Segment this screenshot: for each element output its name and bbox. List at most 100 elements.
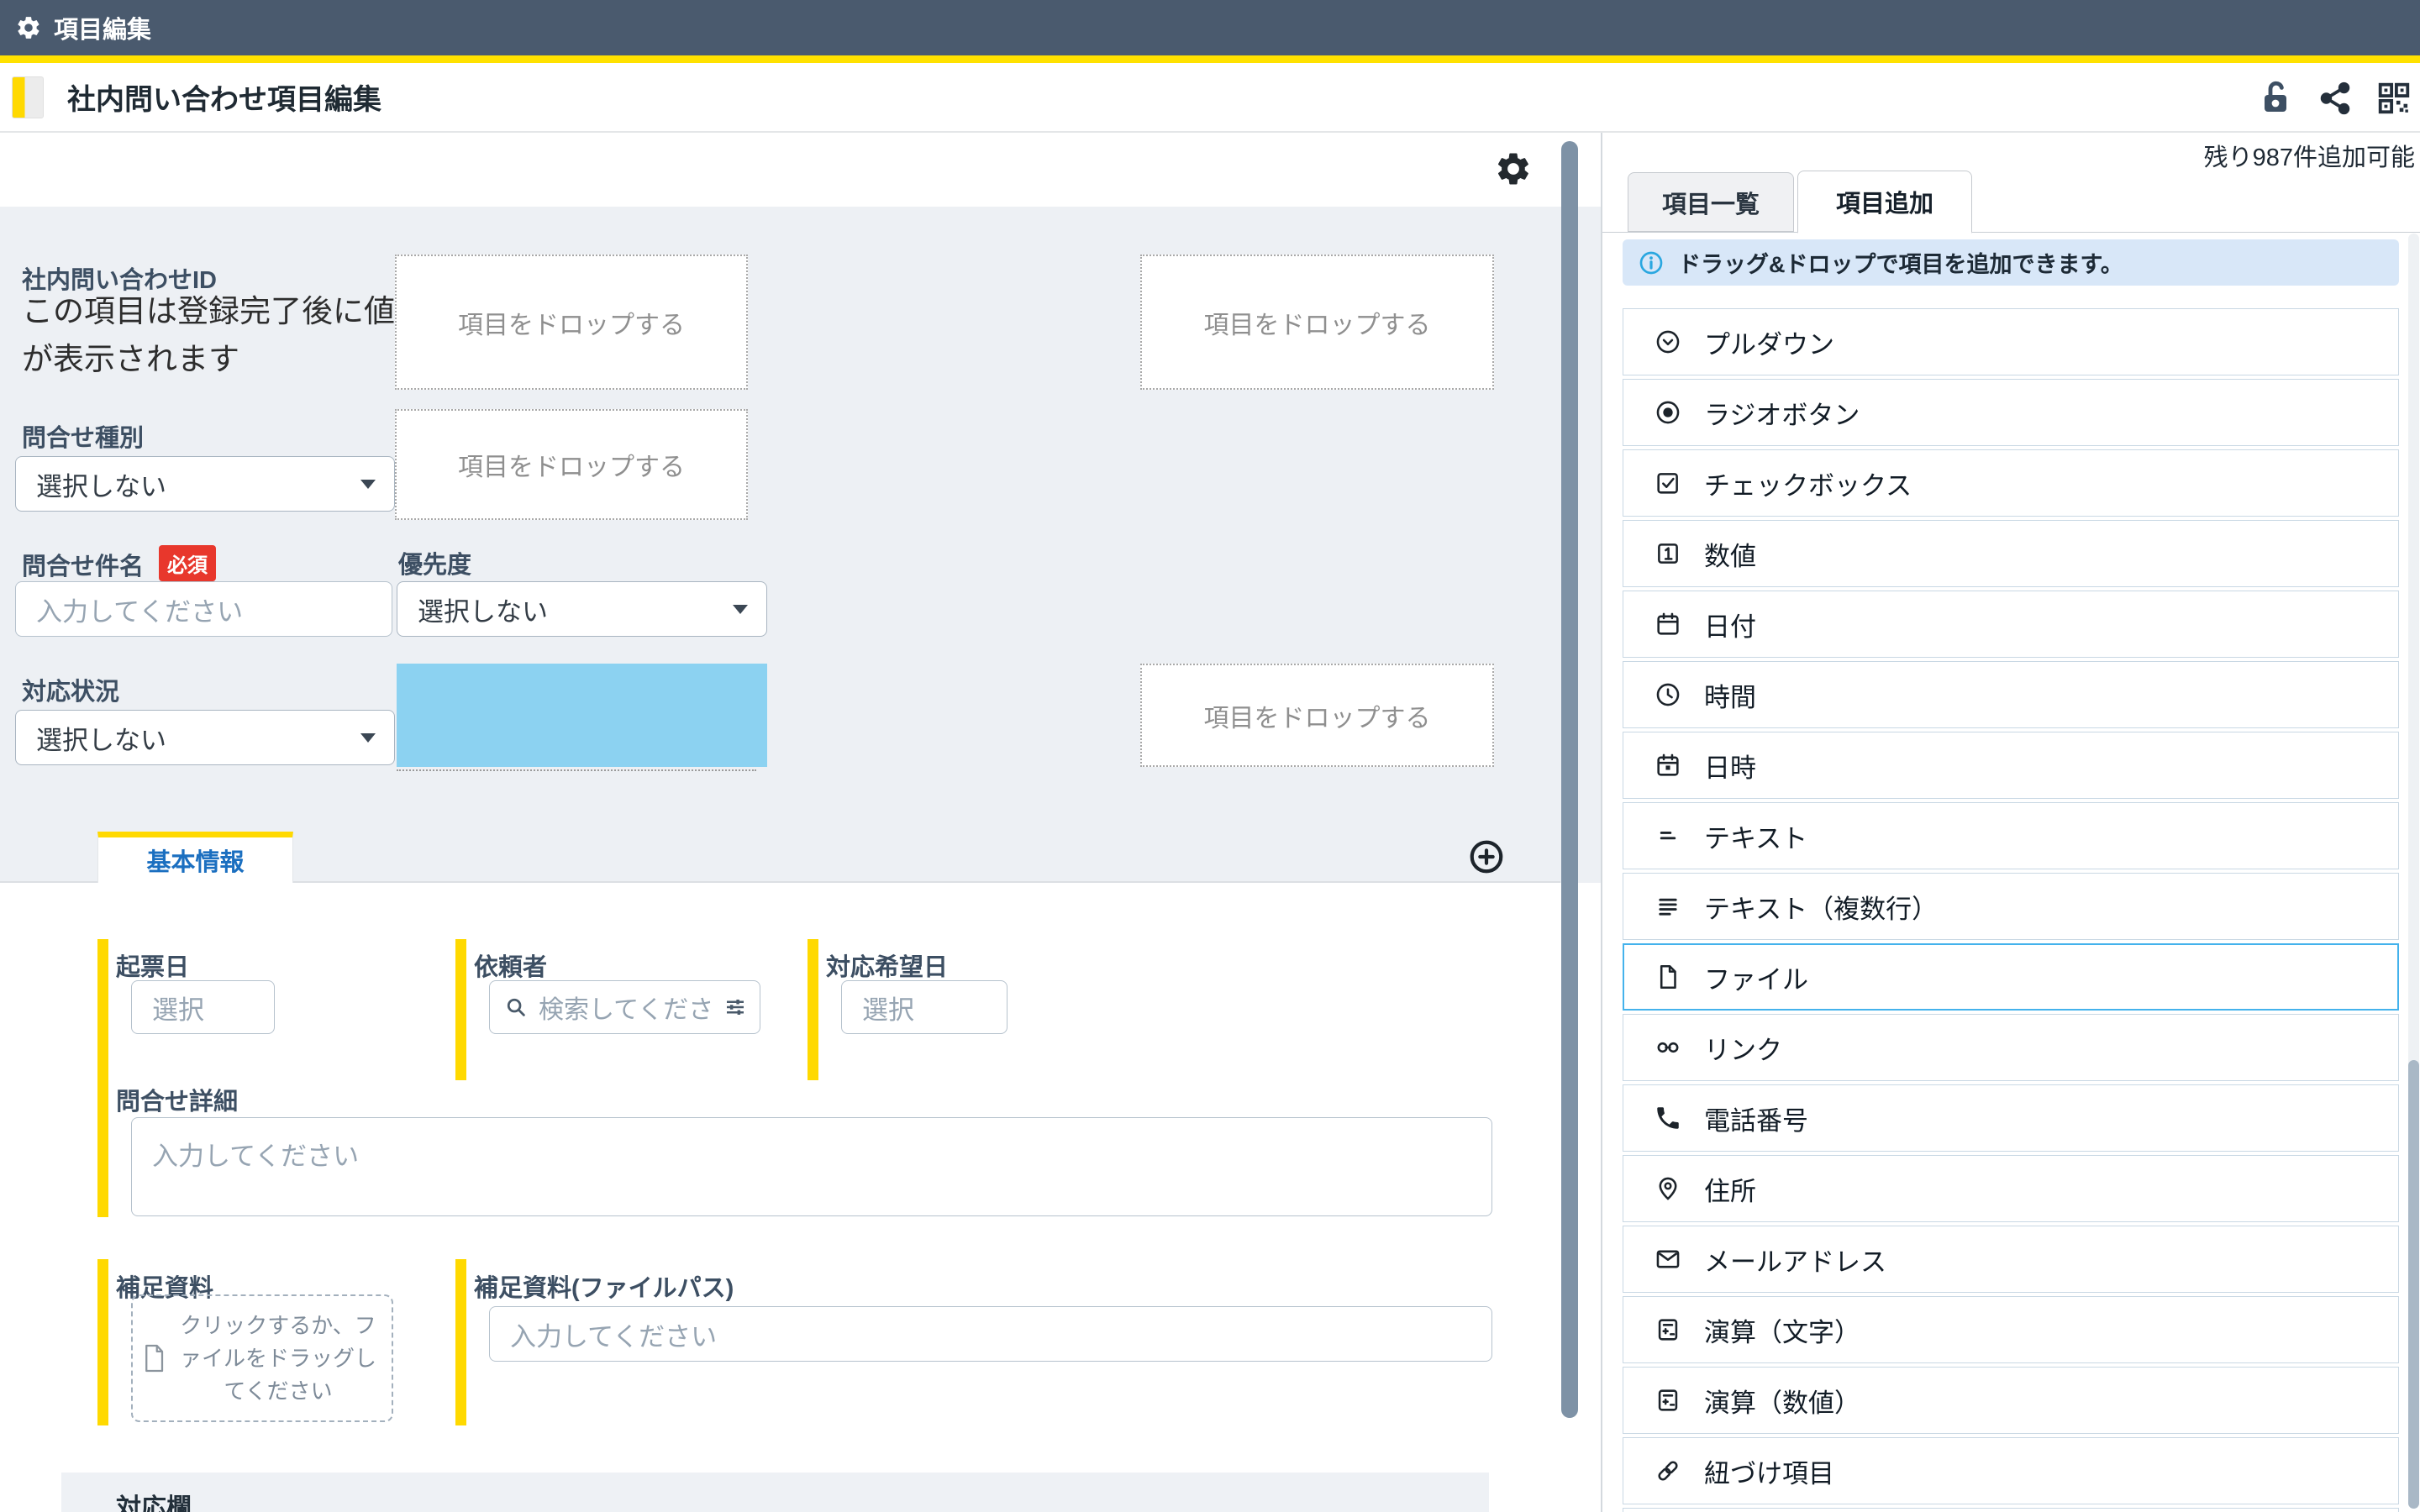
field-accent-bar — [455, 939, 466, 1080]
palette-item-pulldown[interactable]: プルダウン — [1623, 308, 2399, 375]
app-document-icon — [12, 76, 44, 118]
filter-sliders-icon[interactable] — [723, 995, 748, 1020]
drag-over-highlight[interactable] — [397, 664, 767, 767]
palette-item-date[interactable]: 日付 — [1623, 591, 2399, 658]
file-icon — [1654, 963, 1682, 991]
response-section: 対応欄 — [61, 1473, 1489, 1512]
drop-outline-remnant — [397, 769, 756, 771]
palette-item-file[interactable]: ファイル — [1623, 943, 2399, 1011]
accent-divider — [0, 55, 2420, 63]
add-tab-icon[interactable] — [1467, 837, 1506, 876]
field-label-requester: 依頼者 — [474, 948, 547, 983]
info-icon — [1638, 249, 1665, 276]
field-label-desired-date: 対応希望日 — [826, 948, 948, 983]
relation-link-icon — [1654, 1457, 1682, 1485]
tab-content: 起票日 選択 依頼者 検索してください 対応希望日 選択 — [0, 883, 1601, 1512]
file-icon — [141, 1343, 166, 1373]
field-accent-bar — [97, 939, 108, 1080]
palette-item-link[interactable]: リンク — [1623, 1014, 2399, 1081]
file-path-input[interactable]: 入力してください — [489, 1306, 1492, 1362]
field-accent-bar — [97, 1073, 108, 1217]
page-title: 社内問い合わせ項目編集 — [67, 76, 381, 118]
field-label-detail: 問合せ詳細 — [116, 1082, 238, 1117]
subject-input[interactable]: 入力してください — [15, 581, 392, 637]
drop-target[interactable]: 項目をドロップする — [395, 409, 748, 520]
number-icon — [1654, 539, 1682, 568]
topbar-title: 項目編集 — [54, 10, 151, 45]
palette-item-calc-number[interactable]: 演算（数値） — [1623, 1367, 2399, 1434]
field-accent-bar — [808, 939, 818, 1080]
mail-icon — [1654, 1245, 1682, 1273]
palette-item-mail[interactable]: メールアドレス — [1623, 1226, 2399, 1293]
id-field-description: この項目は登録完了後に値が表示されます — [22, 287, 408, 383]
palette-item-calc-text[interactable]: 演算（文字） — [1623, 1296, 2399, 1363]
form-settings-gear-icon[interactable] — [1494, 150, 1533, 188]
requester-search-input[interactable]: 検索してください — [489, 980, 760, 1034]
detail-textarea[interactable]: 入力してください — [131, 1117, 1492, 1216]
palette-item-address[interactable]: 住所 — [1623, 1155, 2399, 1222]
desired-date-input[interactable]: 選択 — [841, 980, 1007, 1034]
form-area: 社内問い合わせID この項目は登録完了後に値が表示されます 項目をドロップする … — [0, 207, 1601, 1512]
field-palette-sidebar: 残り987件追加可能 項目一覧 項目追加 ドラッグ&ドロップで項目を追加できます… — [1601, 133, 2420, 1512]
field-label-category: 問合せ種別 — [22, 418, 144, 454]
field-label-subject: 問合せ件名必須 — [22, 545, 216, 582]
field-label-draft-date: 起票日 — [116, 948, 189, 983]
checkbox-icon — [1654, 469, 1682, 497]
field-label-response: 対応欄 — [116, 1487, 192, 1512]
tab-field-list[interactable]: 項目一覧 — [1628, 172, 1794, 232]
date-icon — [1654, 610, 1682, 638]
sidebar-divider — [1602, 232, 2420, 233]
field-label-priority: 優先度 — [398, 545, 471, 580]
calc-text-icon — [1654, 1315, 1682, 1344]
canvas-toolbar — [0, 133, 1601, 207]
sidebar-scrollbar-thumb[interactable] — [2408, 1060, 2419, 1509]
palette-item-relation[interactable]: 紐づけ項目 — [1623, 1437, 2399, 1504]
required-badge: 必須 — [159, 545, 216, 581]
palette-item-number[interactable]: 数値 — [1623, 520, 2399, 587]
main-scrollbar[interactable] — [1561, 141, 1578, 1418]
palette-item-clipped — [1623, 1508, 2399, 1512]
file-drop-area[interactable]: クリックするか、ファイルをドラッグしてください — [131, 1294, 393, 1422]
palette-item-checkbox[interactable]: チェックボックス — [1623, 449, 2399, 517]
palette-item-radio[interactable]: ラジオボタン — [1623, 379, 2399, 446]
share-icon[interactable] — [2316, 79, 2354, 118]
chevron-down-icon — [733, 605, 748, 614]
phone-icon — [1654, 1104, 1682, 1132]
tab-basic-info[interactable]: 基本情報 — [97, 832, 293, 883]
drop-target[interactable]: 項目をドロップする — [395, 255, 748, 390]
gear-icon — [15, 14, 42, 41]
time-icon — [1654, 680, 1682, 709]
palette-list: プルダウン ラジオボタン チェックボックス 数値 日付 時間 — [1623, 308, 2399, 1512]
topbar: 項目編集 — [0, 0, 2420, 55]
lock-open-icon[interactable] — [2255, 78, 2296, 118]
palette-item-text[interactable]: テキスト — [1623, 802, 2399, 869]
field-label-status: 対応状況 — [22, 672, 119, 707]
tab-field-add[interactable]: 項目追加 — [1797, 171, 1972, 234]
field-accent-bar — [97, 1259, 108, 1425]
qr-code-icon[interactable] — [2375, 79, 2413, 118]
multiline-text-icon — [1654, 892, 1682, 921]
drop-target[interactable]: 項目をドロップする — [1140, 255, 1494, 390]
chevron-down-icon — [360, 733, 376, 743]
palette-item-phone[interactable]: 電話番号 — [1623, 1084, 2399, 1152]
info-banner: ドラッグ&ドロップで項目を追加できます。 — [1623, 239, 2399, 286]
field-accent-bar — [455, 1259, 466, 1425]
datetime-icon — [1654, 751, 1682, 780]
priority-select[interactable]: 選択しない — [397, 581, 767, 637]
field-label-file-path: 補足資料(ファイルパス) — [474, 1268, 734, 1304]
palette-item-multiline-text[interactable]: テキスト（複数行） — [1623, 873, 2399, 940]
pulldown-icon — [1654, 328, 1682, 356]
calc-number-icon — [1654, 1386, 1682, 1415]
search-icon — [503, 995, 529, 1020]
palette-item-datetime[interactable]: 日時 — [1623, 732, 2399, 799]
radio-icon — [1654, 398, 1682, 427]
chevron-down-icon — [360, 480, 376, 489]
status-select[interactable]: 選択しない — [15, 710, 395, 765]
form-canvas: 社内問い合わせID この項目は登録完了後に値が表示されます 項目をドロップする … — [0, 133, 1601, 1512]
palette-item-time[interactable]: 時間 — [1623, 661, 2399, 728]
draft-date-input[interactable]: 選択 — [131, 980, 275, 1034]
drop-target[interactable]: 項目をドロップする — [1140, 664, 1494, 767]
titlebar: 社内問い合わせ項目編集 — [0, 63, 2420, 133]
remaining-count-note: 残り987件追加可能 — [2204, 138, 2415, 173]
category-select[interactable]: 選択しない — [15, 456, 395, 512]
